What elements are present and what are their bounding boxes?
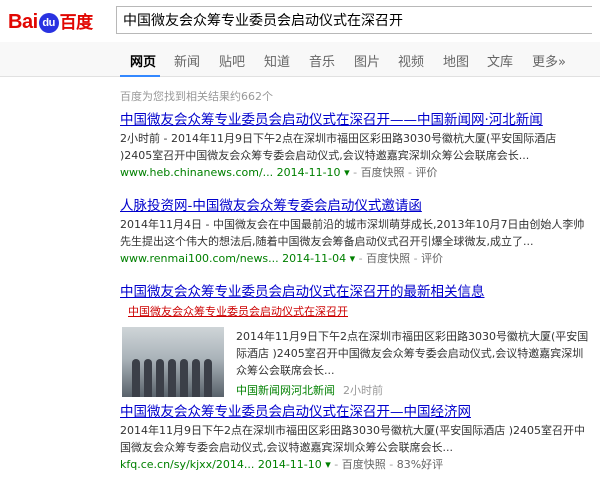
result-url-line: www.heb.chinanews.com/... 2014-11-10 ▾ -… bbox=[120, 166, 438, 179]
rate-link[interactable]: 评价 bbox=[416, 166, 438, 179]
news-body: 2014年11月9日下午2点在深圳市福田区彩田路3030号徽杭大厦(平安国际酒店… bbox=[236, 330, 589, 377]
logo-text-cn: 百度 bbox=[59, 13, 94, 33]
result-3-news-box: 中国微友会众筹专业委员会启动仪式在深召开的最新相关信息 中国微友会众筹专业委员会… bbox=[120, 280, 590, 397]
tab-wenku[interactable]: 文库 bbox=[487, 51, 513, 70]
snapshot-link[interactable]: 百度快照 bbox=[366, 252, 410, 265]
search-tabs: 网页 新闻 贴吧 知道 音乐 图片 视频 地图 文库 更多» bbox=[0, 42, 600, 77]
logo-text-bai: Bai bbox=[8, 11, 38, 33]
rate-link[interactable]: 评价 bbox=[421, 252, 443, 265]
result-url: www.renmai100.com/news... 2014-11-04 bbox=[120, 252, 347, 265]
tab-music[interactable]: 音乐 bbox=[309, 51, 335, 70]
result-abstract: 2小时前 - 2014年11月9日下午2点在深圳市福田区彩田路3030号徽杭大厦… bbox=[120, 132, 557, 162]
result-2: 人脉投资网-中国微友会众筹专委会启动仪式邀请函 2014年11月4日 - 中国微… bbox=[120, 194, 590, 267]
tab-tieba[interactable]: 贴吧 bbox=[219, 51, 245, 70]
result-url: kfq.ce.cn/sy/kjxx/2014... 2014-11-10 bbox=[120, 458, 322, 471]
paw-icon: du bbox=[38, 13, 59, 33]
result-url-line: kfq.ce.cn/sy/kjxx/2014... 2014-11-10 ▾ -… bbox=[120, 458, 444, 471]
tab-news[interactable]: 新闻 bbox=[174, 51, 200, 70]
result-title[interactable]: 中国微友会众筹专业委员会启动仪式在深召开——中国新闻网·河北新闻 bbox=[120, 108, 590, 128]
result-4: 中国微友会众筹专业委员会启动仪式在深召开—中国经济网 2014年11月9日下午2… bbox=[120, 400, 590, 473]
tab-video[interactable]: 视频 bbox=[398, 51, 424, 70]
result-count: 百度为您找到相关结果约662个 bbox=[120, 90, 273, 103]
news-thumbnail[interactable] bbox=[122, 327, 224, 397]
result-1: 中国微友会众筹专业委员会启动仪式在深召开——中国新闻网·河北新闻 2小时前 - … bbox=[120, 108, 590, 181]
tab-map[interactable]: 地图 bbox=[443, 51, 469, 70]
result-abstract: 2014年11月9日下午2点在深圳市福田区彩田路3030号徽杭大厦(平安国际酒店… bbox=[120, 424, 586, 454]
top-bar: Bai du 百度 bbox=[0, 0, 600, 42]
result-url-line: www.renmai100.com/news... 2014-11-04 ▾ -… bbox=[120, 252, 444, 265]
active-tab-underline bbox=[120, 75, 160, 77]
snapshot-link[interactable]: 百度快照 bbox=[361, 166, 405, 179]
result-title[interactable]: 中国微友会众筹专业委员会启动仪式在深召开的最新相关信息 bbox=[120, 280, 590, 300]
snapshot-link[interactable]: 百度快照 bbox=[342, 458, 386, 471]
result-title[interactable]: 中国微友会众筹专业委员会启动仪式在深召开—中国经济网 bbox=[120, 400, 590, 420]
rate-link[interactable]: 83%好评 bbox=[397, 458, 443, 471]
news-source: 中国新闻网河北新闻 bbox=[236, 384, 335, 397]
result-abstract: 2014年11月4日 - 中国微友会在中国最前沿的城市深圳萌芽成长,2013年1… bbox=[120, 218, 585, 248]
tab-web[interactable]: 网页 bbox=[130, 51, 156, 70]
search-input[interactable] bbox=[117, 7, 583, 33]
baidu-logo[interactable]: Bai du 百度 bbox=[8, 8, 93, 34]
result-url: www.heb.chinanews.com/... 2014-11-10 bbox=[120, 166, 341, 179]
tab-zhidao[interactable]: 知道 bbox=[264, 51, 290, 70]
search-box[interactable] bbox=[116, 6, 592, 34]
news-time: 2小时前 bbox=[343, 384, 383, 397]
tab-images[interactable]: 图片 bbox=[354, 51, 380, 70]
news-source-line: 中国新闻网河北新闻 2小时前 bbox=[236, 382, 383, 398]
news-subtitle[interactable]: 中国微友会众筹专业委员会启动仪式在深召开 bbox=[128, 303, 590, 319]
result-title[interactable]: 人脉投资网-中国微友会众筹专委会启动仪式邀请函 bbox=[120, 194, 590, 214]
tab-more[interactable]: 更多» bbox=[532, 51, 566, 70]
